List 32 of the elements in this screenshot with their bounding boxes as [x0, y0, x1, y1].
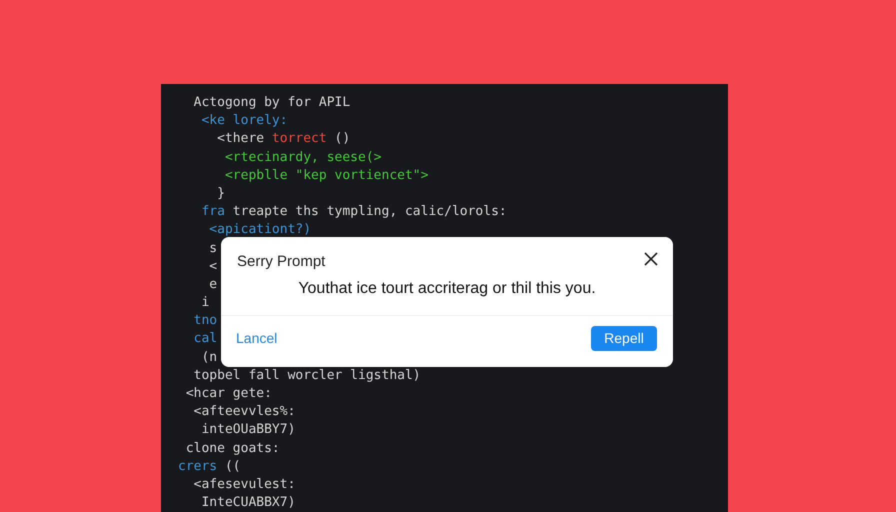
code-line: cal	[192, 330, 218, 348]
code-token: crers	[178, 458, 218, 474]
code-token: fra	[200, 204, 225, 220]
code-line: <apicationt?)	[208, 221, 312, 240]
dialog-title: Serry Prompt	[236, 252, 326, 271]
code-line: InteCUABBX7)	[200, 494, 296, 512]
code-line: <repblle "kep vortiencet">	[224, 166, 428, 185]
dialog-message: Youthat ice tourt accriterag or thil this you.	[297, 279, 597, 299]
close-icon[interactable]	[644, 252, 658, 266]
code-line: <ke lorely:	[200, 112, 288, 130]
code-line: Actogong by for APIL	[192, 94, 350, 112]
code-line: inteOUaBBY7)	[200, 421, 296, 440]
code-line: i	[200, 294, 210, 312]
code-line: (n	[200, 348, 218, 367]
code-line: clone goats:	[184, 440, 280, 458]
code-token: treapte ths tympling, calic/lorols:	[232, 204, 507, 220]
confirm-button[interactable]: Repell	[591, 326, 657, 351]
code-line: <afteevvles%:	[192, 403, 296, 422]
code-token: ()	[334, 131, 350, 146]
code-line: <afesevulest:	[192, 476, 296, 494]
code-line: <hcar gete:	[184, 385, 272, 403]
code-line: <rtecinardy, seese(>	[224, 148, 382, 167]
code-line: s	[208, 240, 218, 258]
code-token: <there	[216, 131, 266, 146]
code-token: torrect	[272, 131, 327, 146]
code-line: tno	[192, 312, 218, 330]
code-line: e	[208, 276, 218, 294]
code-line: topbel fall worcler ligsthal)	[192, 366, 421, 385]
code-line: }	[216, 184, 225, 203]
code-line: <	[208, 258, 218, 276]
code-token: ((	[224, 458, 241, 474]
cancel-link[interactable]: Lancel	[236, 328, 278, 349]
